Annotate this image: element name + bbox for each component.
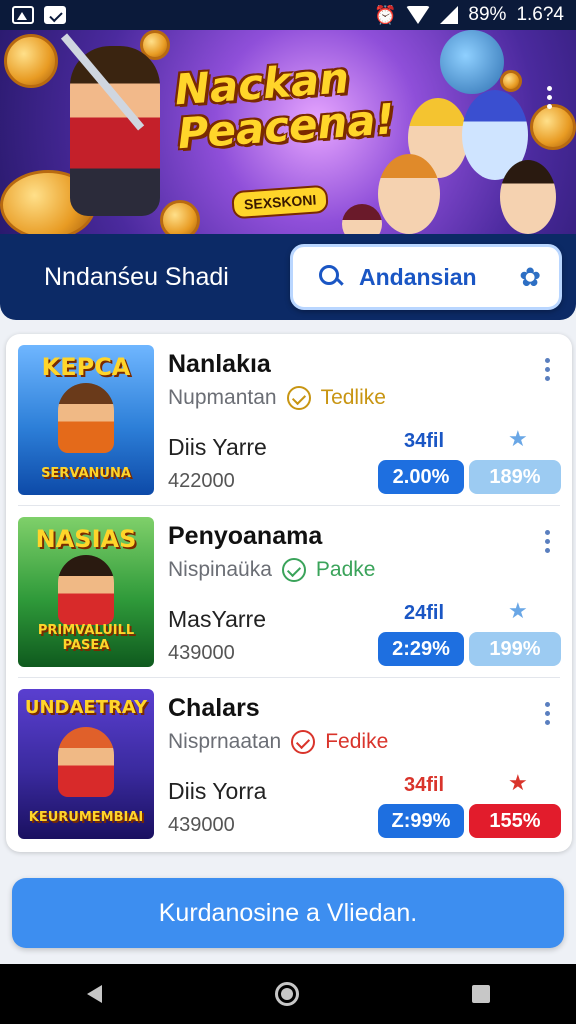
check-circle-icon [291,730,316,754]
coin-icon [530,104,576,150]
game-count: 422000 [168,470,235,492]
game-tag: Tedlike [320,386,386,409]
game-thumbnail[interactable]: UNDAETRAY KEURUMEMBIAI [18,689,154,839]
search-label: Andansian [359,263,477,290]
game-subtitle-row: Nupmantan Tedlike [168,386,386,410]
clock: 1.6?4 [516,4,564,25]
more-options-icon[interactable] [545,358,550,381]
star-icon[interactable]: ★ [508,428,528,450]
alarm-icon: ⏰ [374,5,397,25]
message-notification-icon [44,6,66,24]
system-nav-bar [0,964,576,1024]
search-icon [319,265,343,289]
hero-badge: SEXSKONI [231,184,330,220]
star-icon[interactable]: ★ [508,600,528,622]
header-bar: Nndanśeu Shadi Andansian ✿ [0,234,576,320]
game-title: Chalars [168,694,260,722]
percent-badge-secondary[interactable]: 155% [469,804,561,838]
primary-action-button[interactable]: Kurdanosine a Vliedan. [12,878,564,948]
game-tag: Padke [315,558,376,581]
more-options-icon[interactable] [545,530,550,553]
game-count: 439000 [168,814,235,836]
thumbnail-title: KEPCA [41,353,131,381]
check-circle-icon [281,558,306,582]
home-icon[interactable] [274,982,299,1006]
coin-icon [4,34,58,88]
thumbnail-character [58,383,114,453]
hero-title: Nackan Peacena! [173,52,419,158]
coin-icon [500,70,522,92]
game-thumbnail[interactable]: KEPCA SERVANUNA [18,345,154,495]
star-icon[interactable]: ★ [508,772,528,794]
game-name: Diis Yarre [168,434,267,460]
list-item[interactable]: KEPCA SERVANUNA Nanlakıa Nupmantan Tedli… [6,334,572,506]
percent-badge-secondary[interactable]: 189% [469,460,561,494]
game-list: KEPCA SERVANUNA Nanlakıa Nupmantan Tedli… [6,334,572,852]
thumbnail-title: UNDAETRAY [24,697,148,718]
thumbnail-character [58,727,114,797]
globe-icon [440,30,504,94]
recent-apps-icon[interactable] [471,985,490,1003]
character-girl-dark [500,160,556,234]
coin-icon [160,200,200,234]
game-name: MasYarre [168,606,266,632]
wifi-icon [406,6,431,24]
search-button[interactable]: Andansian ✿ [290,244,562,310]
game-count: 439000 [168,642,235,664]
check-circle-icon [286,386,311,410]
game-name: Diis Yorra [168,778,267,804]
game-developer: Nisprnaatan [168,730,282,753]
character-small [342,204,382,234]
list-item[interactable]: NASIAS PRIMVALUILL PASEA Penyoanama Nisp… [6,506,572,678]
game-size-label: 34fil [404,774,445,796]
hero-banner[interactable]: Nackan Peacena! SEXSKONI [0,30,576,234]
game-tag: Fedike [325,730,389,753]
game-developer: Nupmantan [168,386,277,409]
hero-character-boy [70,46,160,216]
status-bar: ⏰ 89% 1.6?4 [0,0,576,30]
gallery-notification-icon [12,6,34,24]
game-size-label: 24fil [404,602,445,624]
flower-icon: ✿ [519,262,541,292]
thumbnail-caption: KEURUMEMBIAI [28,810,144,825]
thumbnail-character [58,555,114,625]
more-options-icon[interactable] [545,702,550,725]
header-title: Nndanśeu Shadi [44,262,229,291]
percent-badge-primary[interactable]: 2.00% [378,460,464,494]
game-developer: Nispinaüka [168,558,272,581]
more-options-icon[interactable] [547,86,552,109]
thumbnail-title: NASIAS [35,525,137,553]
list-item[interactable]: UNDAETRAY KEURUMEMBIAI Chalars Nisprnaat… [6,678,572,850]
game-thumbnail[interactable]: NASIAS PRIMVALUILL PASEA [18,517,154,667]
game-subtitle-row: Nispinaüka Padke [168,558,375,582]
thumbnail-caption: SERVANUNA [41,466,131,481]
battery-percent: 89% [468,4,507,25]
game-size-label: 34fil [404,430,445,452]
percent-badge-secondary[interactable]: 199% [469,632,561,666]
signal-icon [440,6,459,24]
thumbnail-caption: PRIMVALUILL PASEA [37,623,135,653]
character-boy-orange [378,154,440,234]
game-title: Penyoanama [168,522,323,550]
game-title: Nanlakıa [168,350,271,378]
percent-badge-primary[interactable]: 2:29% [378,632,464,666]
game-subtitle-row: Nisprnaatan Fedike [168,730,388,754]
percent-badge-primary[interactable]: Z:99% [378,804,464,838]
back-icon[interactable] [86,985,102,1003]
